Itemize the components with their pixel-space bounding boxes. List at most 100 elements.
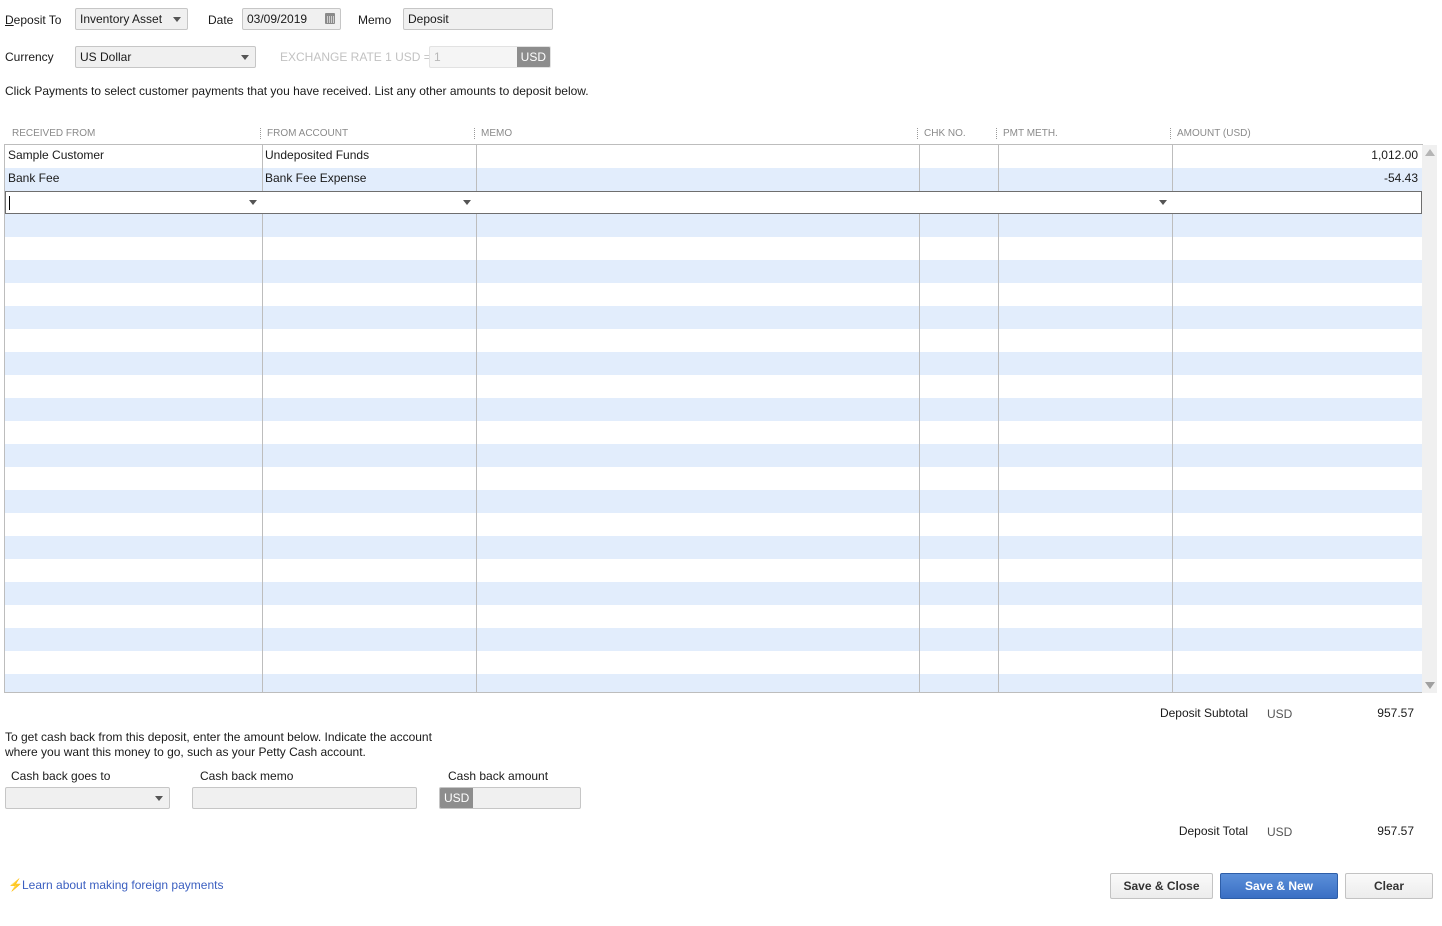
cash-back-goes-to-dropdown[interactable] (5, 787, 170, 809)
pmt-meth-input[interactable] (999, 192, 1173, 213)
clear-button[interactable]: Clear (1345, 873, 1433, 899)
col-header-received-from[interactable]: RECEIVED FROM (12, 128, 95, 139)
empty-table-row[interactable] (5, 283, 1422, 306)
exchange-rate-value: 1 (434, 50, 441, 64)
cell-received-from[interactable]: Sample Customer (5, 145, 262, 168)
empty-table-row[interactable] (5, 559, 1422, 582)
text-cursor (9, 196, 10, 210)
col-header-amount[interactable]: AMOUNT (USD) (1170, 128, 1251, 139)
cell-from-account[interactable]: Bank Fee Expense (262, 168, 476, 191)
clear-label: Clear (1373, 879, 1405, 893)
grid-header: RECEIVED FROM FROM ACCOUNT MEMO CHK NO. … (5, 126, 1423, 144)
empty-table-row[interactable] (5, 444, 1422, 467)
column-divider (1172, 145, 1173, 692)
memo-input[interactable] (477, 192, 920, 213)
exchange-rate-currency-badge: USD (516, 47, 550, 67)
empty-table-row[interactable] (5, 605, 1422, 628)
chevron-down-icon (155, 796, 163, 801)
date-label: Date (208, 13, 234, 27)
empty-table-row[interactable] (5, 398, 1422, 421)
cell-pmt-meth[interactable] (998, 145, 1172, 168)
currency-value: US Dollar (80, 50, 132, 64)
memo-field[interactable]: Deposit (403, 8, 553, 30)
empty-table-row[interactable] (5, 421, 1422, 444)
empty-table-row[interactable] (5, 582, 1422, 605)
save-close-button[interactable]: Save & Close (1110, 873, 1213, 899)
chevron-down-icon[interactable] (249, 200, 257, 205)
deposit-to-label: Deposit To (5, 13, 62, 27)
deposit-total-value: 957.57 (1377, 824, 1414, 838)
amount-input[interactable] (1173, 192, 1421, 213)
cash-back-memo-label: Cash back memo (200, 769, 294, 783)
deposit-subtotal-currency: USD (1267, 707, 1293, 721)
cash-back-amount-field[interactable]: USD (439, 787, 581, 809)
deposit-total-currency: USD (1267, 825, 1293, 839)
col-header-memo[interactable]: MEMO (474, 128, 512, 139)
scroll-up-arrow-icon[interactable] (1425, 149, 1435, 156)
col-header-from-account[interactable]: FROM ACCOUNT (260, 128, 348, 139)
date-value: 03/09/2019 (247, 12, 308, 26)
table-row[interactable]: Bank Fee Bank Fee Expense -54.43 (5, 168, 1422, 191)
memo-label: Memo (358, 13, 392, 27)
empty-table-row[interactable] (5, 237, 1422, 260)
instructions-text: Click Payments to select customer paymen… (5, 84, 589, 98)
scroll-down-arrow-icon[interactable] (1425, 682, 1435, 689)
table-row[interactable]: Sample Customer Undeposited Funds 1,012.… (5, 145, 1422, 168)
deposit-to-value: Inventory Asset (80, 12, 163, 26)
cell-received-from[interactable]: Bank Fee (5, 168, 262, 191)
empty-table-row[interactable] (5, 467, 1422, 490)
from-account-input[interactable] (263, 192, 477, 213)
received-from-input[interactable] (6, 192, 263, 213)
deposit-total-label: Deposit Total (1178, 824, 1248, 838)
deposit-to-dropdown[interactable]: Inventory Asset (75, 8, 188, 30)
cell-chk-no[interactable] (919, 145, 998, 168)
empty-table-row[interactable] (5, 674, 1422, 692)
cash-back-goes-to-label: Cash back goes to (11, 769, 111, 783)
empty-table-row[interactable] (5, 260, 1422, 283)
cell-pmt-meth[interactable] (998, 168, 1172, 191)
learn-foreign-payments-link[interactable]: Learn about making foreign payments (22, 878, 223, 892)
empty-table-row[interactable] (5, 651, 1422, 674)
column-divider (262, 145, 263, 692)
memo-value: Deposit (408, 12, 449, 26)
empty-table-row[interactable] (5, 329, 1422, 352)
empty-table-row[interactable] (5, 214, 1422, 237)
date-field[interactable]: 03/09/2019 (242, 8, 341, 30)
cell-chk-no[interactable] (919, 168, 998, 191)
currency-label: Currency (5, 50, 54, 64)
deposit-grid: Sample Customer Undeposited Funds 1,012.… (4, 144, 1423, 693)
deposit-subtotal-value: 957.57 (1377, 706, 1414, 720)
cash-back-memo-field[interactable] (192, 787, 417, 809)
chevron-down-icon[interactable] (1159, 200, 1167, 205)
cash-back-instructions-2: where you want this money to go, such as… (5, 745, 366, 759)
col-header-chk-no[interactable]: CHK NO. (917, 128, 966, 139)
empty-table-row[interactable] (5, 536, 1422, 559)
empty-table-row[interactable] (5, 628, 1422, 651)
empty-table-row[interactable] (5, 490, 1422, 513)
chk-no-input[interactable] (920, 192, 999, 213)
calendar-icon[interactable] (325, 13, 335, 24)
column-divider (998, 145, 999, 692)
lightning-icon: ⚡ (8, 878, 23, 892)
column-divider (476, 145, 477, 692)
cell-from-account[interactable]: Undeposited Funds (262, 145, 476, 168)
empty-table-row[interactable] (5, 513, 1422, 536)
active-entry-row[interactable] (5, 191, 1422, 214)
column-divider (919, 145, 920, 692)
grid-scrollbar[interactable] (1422, 145, 1437, 693)
cash-back-amount-label: Cash back amount (448, 769, 549, 783)
chevron-down-icon[interactable] (463, 200, 471, 205)
cell-amount[interactable]: 1,012.00 (1172, 145, 1422, 168)
chevron-down-icon (173, 17, 181, 22)
cell-memo[interactable] (476, 145, 919, 168)
cell-amount[interactable]: -54.43 (1172, 168, 1422, 191)
save-new-label: Save & New (1244, 879, 1314, 893)
empty-table-row[interactable] (5, 352, 1422, 375)
currency-dropdown[interactable]: US Dollar (75, 46, 256, 68)
empty-table-row[interactable] (5, 306, 1422, 329)
save-new-button[interactable]: Save & New (1220, 873, 1338, 899)
col-header-pmt-meth[interactable]: PMT METH. (996, 128, 1058, 139)
empty-table-row[interactable] (5, 375, 1422, 398)
cell-memo[interactable] (476, 168, 919, 191)
exchange-rate-label: EXCHANGE RATE 1 USD = (280, 50, 431, 64)
